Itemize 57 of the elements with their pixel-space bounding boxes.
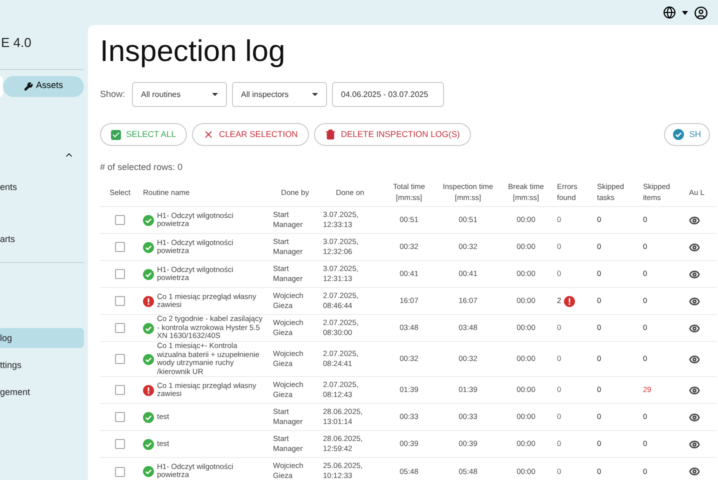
eye-icon[interactable] <box>689 354 700 364</box>
clear-selection-button[interactable]: CLEAR SELECTION <box>192 123 309 146</box>
eye-icon[interactable] <box>689 242 700 252</box>
row-checkbox[interactable] <box>115 439 125 450</box>
caret-icon[interactable] <box>682 10 688 14</box>
eye-icon[interactable] <box>689 384 700 396</box>
eye-icon[interactable] <box>689 466 700 477</box>
eye-icon[interactable] <box>689 214 700 226</box>
sidebar-item[interactable]: gement <box>0 382 84 402</box>
sidebar-item[interactable]: log <box>0 328 84 348</box>
page-title: Inspection log <box>100 37 286 67</box>
trash-icon <box>324 129 336 140</box>
check-circle-icon <box>143 412 154 422</box>
caret-icon <box>212 93 218 96</box>
dropdown-field[interactable]: All routines <box>132 82 228 107</box>
selected-count: # of selected rows: 0 <box>100 161 184 174</box>
sidebar-item[interactable]: ttings <box>0 355 84 376</box>
sidebar-item[interactable]: ents <box>0 177 84 198</box>
exclamation-circle-icon <box>143 296 154 306</box>
check-circle-icon <box>143 242 154 252</box>
check-circle-icon <box>143 214 154 226</box>
check-circle-icon <box>143 438 154 450</box>
eye-icon[interactable] <box>689 296 700 306</box>
exclamation-circle-icon <box>143 384 154 396</box>
delete-button[interactable]: DELETE INSPECTION LOG(S) <box>314 123 471 146</box>
row-checkbox[interactable] <box>115 412 125 422</box>
check-circle-icon <box>143 268 154 280</box>
row-checkbox[interactable] <box>115 354 125 364</box>
app-title: E 4.0 <box>0 34 32 52</box>
check-circle-icon <box>143 322 154 334</box>
sidebar-item[interactable]: arts <box>0 229 84 250</box>
check-circle-icon <box>143 466 154 477</box>
wrench-icon <box>24 82 33 90</box>
caret-icon <box>312 93 318 96</box>
check-circle-icon <box>143 354 154 364</box>
checkbox-icon <box>111 130 121 140</box>
show-label: Show: <box>100 88 126 101</box>
sidebar-tab[interactable]: Assets <box>3 76 84 96</box>
eye-icon[interactable] <box>689 322 700 334</box>
show-button[interactable]: SH <box>664 123 710 146</box>
row-checkbox[interactable] <box>115 296 125 306</box>
eye-icon[interactable] <box>689 268 700 280</box>
dropdown-field[interactable]: All inspectors <box>232 82 328 107</box>
eye-icon[interactable] <box>689 412 700 422</box>
row-checkbox[interactable] <box>115 215 125 226</box>
date-range-field[interactable]: 04.06.2025 - 03.07.2025 <box>332 82 444 107</box>
row-checkbox[interactable] <box>115 269 125 280</box>
close-icon <box>202 129 214 140</box>
row-checkbox[interactable] <box>115 323 125 334</box>
globe-icon[interactable] <box>663 6 676 19</box>
row-checkbox[interactable] <box>115 385 125 396</box>
user-icon[interactable] <box>694 6 708 20</box>
eye-icon[interactable] <box>689 438 700 450</box>
row-checkbox[interactable] <box>115 242 125 252</box>
row-checkbox[interactable] <box>115 466 125 477</box>
exclamation-circle-icon <box>564 296 576 306</box>
check-circle-icon <box>673 129 684 140</box>
